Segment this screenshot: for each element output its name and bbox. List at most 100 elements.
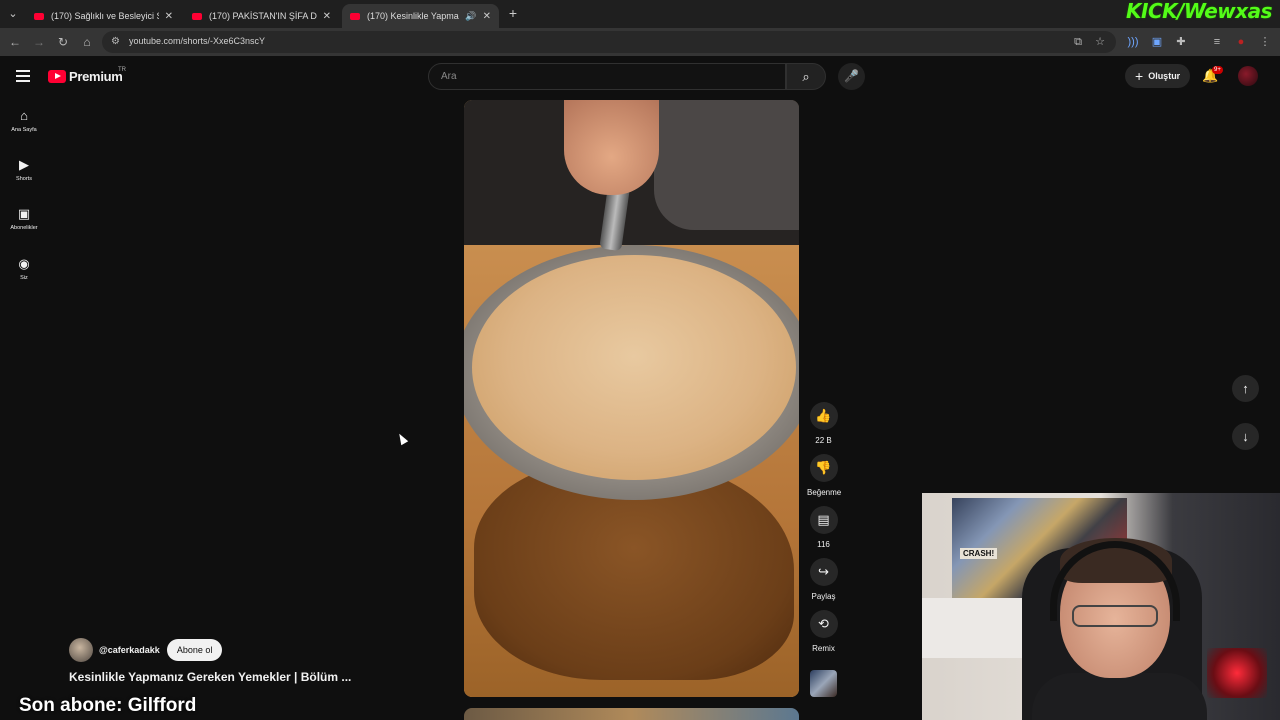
like-count: 22 B	[815, 436, 832, 445]
site-info-icon[interactable]: ⚙	[111, 36, 123, 48]
remix-label: Remix	[812, 644, 835, 653]
back-icon[interactable]: ←	[7, 34, 23, 50]
you-icon: ◉	[18, 256, 30, 271]
share-arrow-icon: ↪	[809, 558, 838, 586]
browser-tab-3-active[interactable]: (170) Kesinlikle Yapmanız G 🔊 ✕	[342, 4, 499, 28]
thumbs-up-icon: 👍	[809, 402, 838, 430]
channel-row: @caferkadakk Abone ol	[69, 638, 223, 662]
comment-icon: ▤	[809, 506, 838, 534]
tab-title: (170) Kesinlikle Yapmanız G	[367, 11, 459, 21]
url-text[interactable]: youtube.com/shorts/-Xxe6C3nscY	[129, 36, 265, 46]
youtube-premium-logo[interactable]: Premium	[48, 69, 123, 84]
video-shirt	[654, 100, 799, 230]
translate-icon[interactable]: ▣	[1149, 34, 1165, 50]
last-subscriber-overlay: Son abone: Gilfford	[19, 695, 197, 716]
reload-icon[interactable]: ↻	[55, 34, 71, 50]
search-button[interactable]: ⌕	[786, 63, 826, 90]
youtube-header: Premium TR ⌕ 🎤 + Oluştur 🔔 9+	[0, 56, 1280, 96]
sidebar-item-label: Siz	[20, 275, 28, 281]
next-short-preview[interactable]	[464, 708, 799, 720]
new-tab-button[interactable]: +	[505, 5, 521, 21]
sidebar-item-label: Shorts	[16, 176, 32, 182]
search-input[interactable]	[429, 64, 785, 89]
remix-button[interactable]: ⟲ Remix	[807, 610, 840, 653]
search-icon: ⌕	[802, 69, 810, 84]
channel-handle[interactable]: @caferkadakk	[99, 645, 160, 655]
youtube-favicon-icon	[192, 12, 202, 20]
close-tab-icon[interactable]: ✕	[323, 11, 331, 22]
channel-avatar[interactable]	[69, 638, 93, 662]
tab-search-icon[interactable]: ⌄	[4, 5, 22, 23]
comments-button[interactable]: ▤ 116	[807, 506, 840, 549]
like-button[interactable]: 👍 22 B	[807, 402, 840, 445]
address-bar[interactable]: ⚙ youtube.com/shorts/-Xxe6C3nscY	[102, 31, 1116, 53]
account-avatar[interactable]	[1238, 66, 1258, 86]
notification-badge: 9+	[1212, 66, 1223, 74]
extensions-puzzle-icon[interactable]: ✚	[1173, 34, 1189, 50]
forward-icon[interactable]: →	[31, 34, 47, 50]
comment-count: 116	[817, 540, 830, 549]
menu-hamburger-icon[interactable]	[16, 70, 30, 82]
sidebar-item-label: Ana Sayfa	[11, 127, 37, 133]
shorts-video-player[interactable]	[464, 100, 799, 697]
video-title[interactable]: Kesinlikle Yapmanız Gereken Yemekler | B…	[69, 670, 351, 684]
youtube-favicon-icon	[34, 12, 44, 20]
arrow-up-icon: ↑	[1242, 381, 1249, 396]
home-icon: ⌂	[20, 108, 28, 123]
sidebar-item-you[interactable]: ◉ Siz	[0, 256, 48, 302]
region-code: TR	[118, 67, 126, 73]
browser-tab-strip: ⌄ (170) Sağlıklı ve Besleyici Salata ✕ (…	[0, 0, 1280, 28]
streamer-webcam: CRASH!	[922, 493, 1280, 720]
remix-icon: ⟲	[809, 610, 838, 638]
kick-overlay-logo: KICK/Wewxas	[1126, 0, 1273, 23]
search-box[interactable]	[428, 63, 786, 90]
speaker-icon[interactable]: 🔊	[465, 11, 476, 22]
shorts-icon: ▶	[19, 157, 29, 172]
webcam-led-light	[1207, 648, 1267, 698]
create-button[interactable]: + Oluştur	[1125, 64, 1191, 88]
browser-menu-icon[interactable]: ⋮	[1257, 34, 1273, 50]
tab-title: (170) PAKİSTAN'IN ŞİFA DOLU S	[209, 11, 317, 21]
tab-title: (170) Sağlıklı ve Besleyici Salata	[51, 11, 159, 21]
home-browser-icon[interactable]: ⌂	[79, 34, 95, 50]
plus-icon: +	[1135, 68, 1144, 84]
sidebar-item-shorts[interactable]: ▶ Shorts	[0, 157, 48, 203]
mouse-cursor-icon	[395, 431, 409, 446]
dislike-label: Beğenme	[807, 488, 842, 497]
thumbs-down-icon: 👎	[809, 454, 838, 482]
bookmark-star-icon[interactable]: ☆	[1092, 34, 1108, 50]
previous-short-button[interactable]: ↑	[1232, 375, 1259, 402]
sidebar-item-label: Abonelikler	[10, 225, 38, 231]
webcam-body	[1032, 673, 1207, 720]
subscriptions-icon: ▣	[17, 206, 31, 221]
browser-tab-1[interactable]: (170) Sağlıklı ve Besleyici Salata ✕	[26, 4, 181, 28]
media-controls-icon[interactable]: ≡	[1209, 34, 1225, 50]
webcam-glasses	[1072, 605, 1158, 627]
share-label: Paylaş	[811, 592, 836, 601]
dislike-button[interactable]: 👎 Beğenme	[807, 454, 842, 497]
webcam-poster-text: CRASH!	[960, 548, 998, 559]
sidebar-item-home[interactable]: ⌂ Ana Sayfa	[0, 108, 48, 154]
next-short-button[interactable]: ↓	[1232, 423, 1259, 450]
youtube-favicon-icon	[350, 12, 360, 20]
extension-audio-icon[interactable]: )))	[1125, 34, 1141, 50]
install-app-icon[interactable]: ⧉	[1070, 34, 1086, 50]
close-tab-icon[interactable]: ✕	[483, 11, 491, 22]
subscribe-button[interactable]: Abone ol	[166, 639, 223, 661]
youtube-play-icon	[48, 70, 66, 83]
microphone-icon: 🎤	[844, 69, 859, 83]
browser-tab-2[interactable]: (170) PAKİSTAN'IN ŞİFA DOLU S ✕	[184, 4, 339, 28]
video-creamy-pasta	[472, 255, 796, 480]
voice-search-button[interactable]: 🎤	[838, 63, 865, 90]
close-tab-icon[interactable]: ✕	[165, 11, 173, 22]
sidebar-item-subscriptions[interactable]: ▣ Abonelikler	[0, 206, 48, 252]
profile-icon[interactable]: ●	[1233, 34, 1249, 50]
sound-thumbnail[interactable]	[810, 670, 837, 697]
create-label: Oluştur	[1148, 71, 1181, 81]
logo-text: Premium	[69, 69, 123, 84]
browser-toolbar: ← → ↻ ⌂ ⚙ youtube.com/shorts/-Xxe6C3nscY…	[0, 28, 1280, 56]
video-hand	[564, 100, 659, 195]
share-button[interactable]: ↪ Paylaş	[807, 558, 840, 601]
webcam-bed	[922, 598, 1032, 658]
arrow-down-icon: ↓	[1242, 429, 1249, 444]
